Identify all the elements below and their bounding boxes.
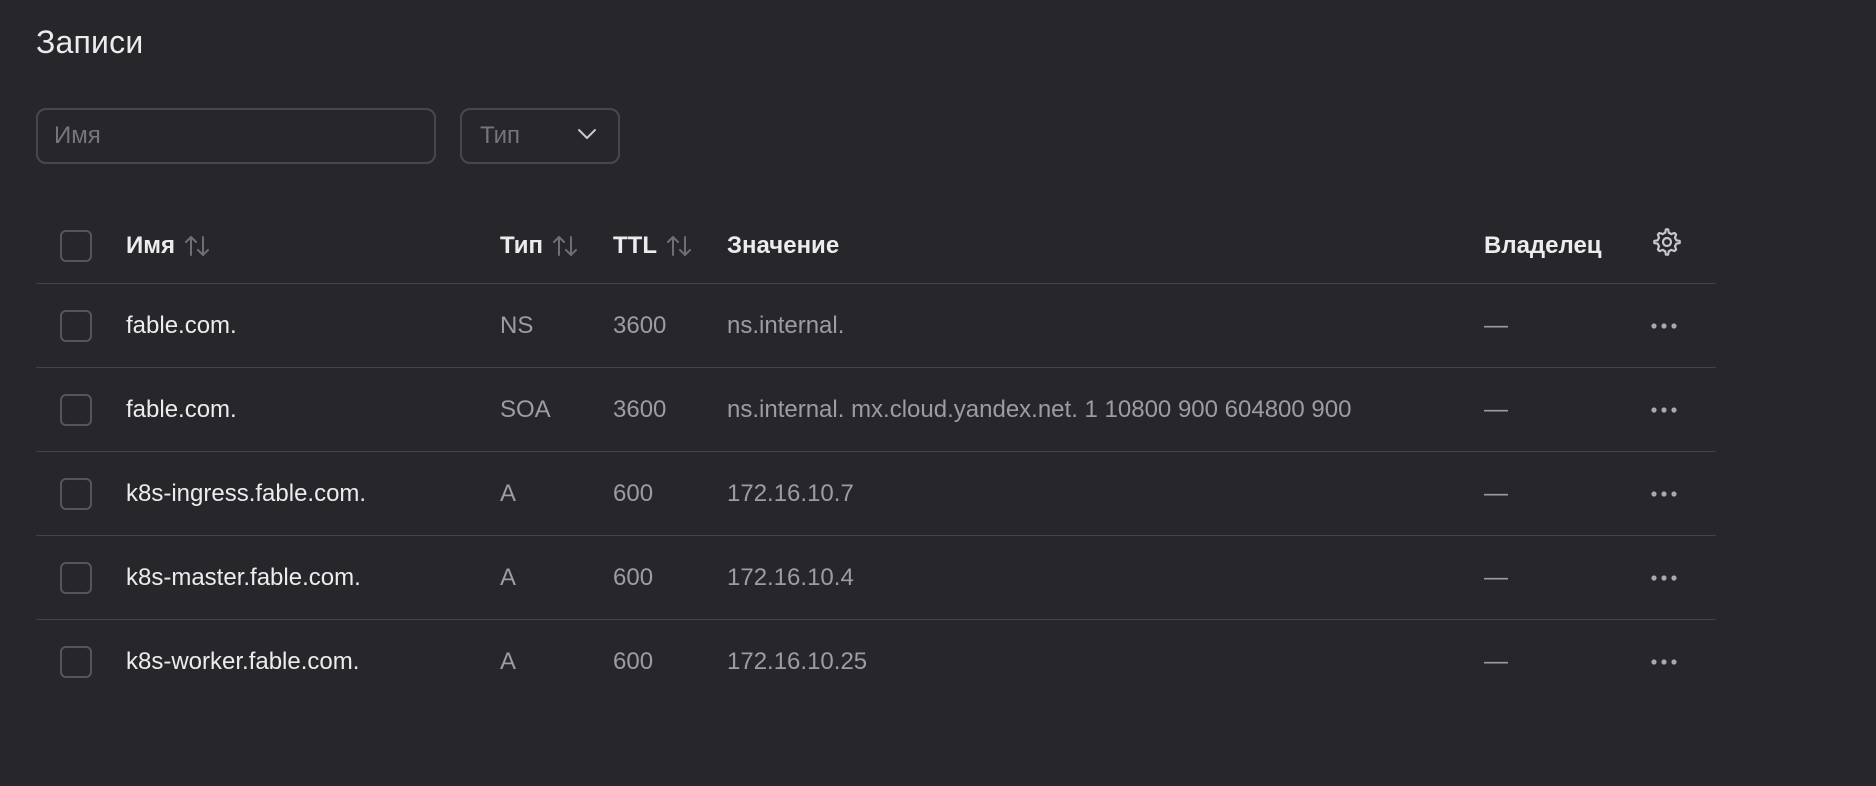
record-type: SOA <box>500 395 551 423</box>
select-all-cell <box>60 208 92 283</box>
record-type: A <box>500 648 517 675</box>
record-value: ns.internal. mx.cloud.yandex.net. 1 1080… <box>727 395 1352 423</box>
more-horizontal-icon[interactable] <box>1650 406 1678 414</box>
row-checkbox[interactable] <box>60 309 92 342</box>
record-ttl: 600 <box>613 648 654 675</box>
row-select-cell <box>60 536 92 619</box>
row-select-cell <box>60 620 92 704</box>
chevron-down-icon <box>576 123 598 150</box>
sort-icon[interactable] <box>551 233 579 259</box>
record-value: ns.internal. <box>727 311 845 339</box>
column-header-type-label: Тип <box>500 231 543 259</box>
table-row: k8s-ingress.fable.com. A 600 172.16.10.7… <box>36 452 1716 536</box>
column-header-owner-label: Владелец <box>1484 231 1602 259</box>
column-settings-cell <box>1650 208 1682 283</box>
column-header-type[interactable]: Тип <box>500 208 579 283</box>
more-horizontal-icon[interactable] <box>1650 658 1678 666</box>
table-row: k8s-master.fable.com. A 600 172.16.10.4 … <box>36 536 1716 620</box>
table-row: fable.com. SOA 3600 ns.internal. mx.clou… <box>36 368 1716 452</box>
row-checkbox[interactable] <box>60 393 92 426</box>
sort-icon[interactable] <box>665 233 693 259</box>
page-title: Записи <box>36 24 144 60</box>
row-actions-cell <box>1650 452 1678 535</box>
column-header-name-label: Имя <box>126 231 176 259</box>
row-select-cell <box>60 452 92 535</box>
record-type: NS <box>500 311 534 339</box>
record-value: 172.16.10.7 <box>727 479 854 507</box>
record-name[interactable]: fable.com. <box>126 368 237 451</box>
record-owner: — <box>1484 648 1508 675</box>
row-actions-cell <box>1650 284 1678 367</box>
record-name[interactable]: fable.com. <box>126 284 237 367</box>
records-table: Имя Тип TTL Значение Владелец fable.com.… <box>36 208 1716 704</box>
record-owner: — <box>1484 479 1508 507</box>
column-header-owner: Владелец <box>1484 208 1602 283</box>
record-ttl: 600 <box>613 563 654 591</box>
type-filter-select[interactable]: Тип <box>460 108 620 164</box>
column-header-name[interactable]: Имя <box>126 208 211 283</box>
more-horizontal-icon[interactable] <box>1650 322 1678 330</box>
record-ttl: 3600 <box>613 395 667 423</box>
row-actions-cell <box>1650 368 1678 451</box>
record-value: 172.16.10.25 <box>727 648 868 675</box>
record-ttl: 3600 <box>613 311 667 339</box>
column-header-value-label: Значение <box>727 231 840 259</box>
column-header-ttl-label: TTL <box>613 231 657 259</box>
record-owner: — <box>1484 311 1508 339</box>
record-owner: — <box>1484 395 1508 423</box>
record-type: A <box>500 563 517 591</box>
record-owner: — <box>1484 563 1508 591</box>
select-all-checkbox[interactable] <box>60 229 92 262</box>
row-checkbox[interactable] <box>60 646 92 678</box>
record-ttl: 600 <box>613 479 654 507</box>
record-name[interactable]: k8s-ingress.fable.com. <box>126 452 366 535</box>
record-name[interactable]: k8s-master.fable.com. <box>126 536 361 619</box>
name-filter[interactable] <box>36 108 436 164</box>
type-filter-placeholder: Тип <box>480 122 521 149</box>
row-select-cell <box>60 368 92 451</box>
record-name[interactable]: k8s-worker.fable.com. <box>126 620 359 704</box>
row-checkbox[interactable] <box>60 561 92 594</box>
gear-icon[interactable] <box>1650 226 1682 265</box>
row-actions-cell <box>1650 620 1678 704</box>
table-row: k8s-worker.fable.com. A 600 172.16.10.25… <box>36 620 1716 704</box>
row-select-cell <box>60 284 92 367</box>
column-header-value: Значение <box>727 208 839 283</box>
record-value: 172.16.10.4 <box>727 563 854 591</box>
column-header-ttl[interactable]: TTL <box>613 208 693 283</box>
record-type: A <box>500 479 517 507</box>
more-horizontal-icon[interactable] <box>1650 490 1678 498</box>
row-checkbox[interactable] <box>60 477 92 510</box>
table-row: fable.com. NS 3600 ns.internal. — <box>36 284 1716 368</box>
row-actions-cell <box>1650 536 1678 619</box>
name-filter-input[interactable] <box>38 122 434 150</box>
sort-icon[interactable] <box>183 233 211 259</box>
more-horizontal-icon[interactable] <box>1650 574 1678 582</box>
table-header-row: Имя Тип TTL Значение Владелец <box>36 208 1716 284</box>
